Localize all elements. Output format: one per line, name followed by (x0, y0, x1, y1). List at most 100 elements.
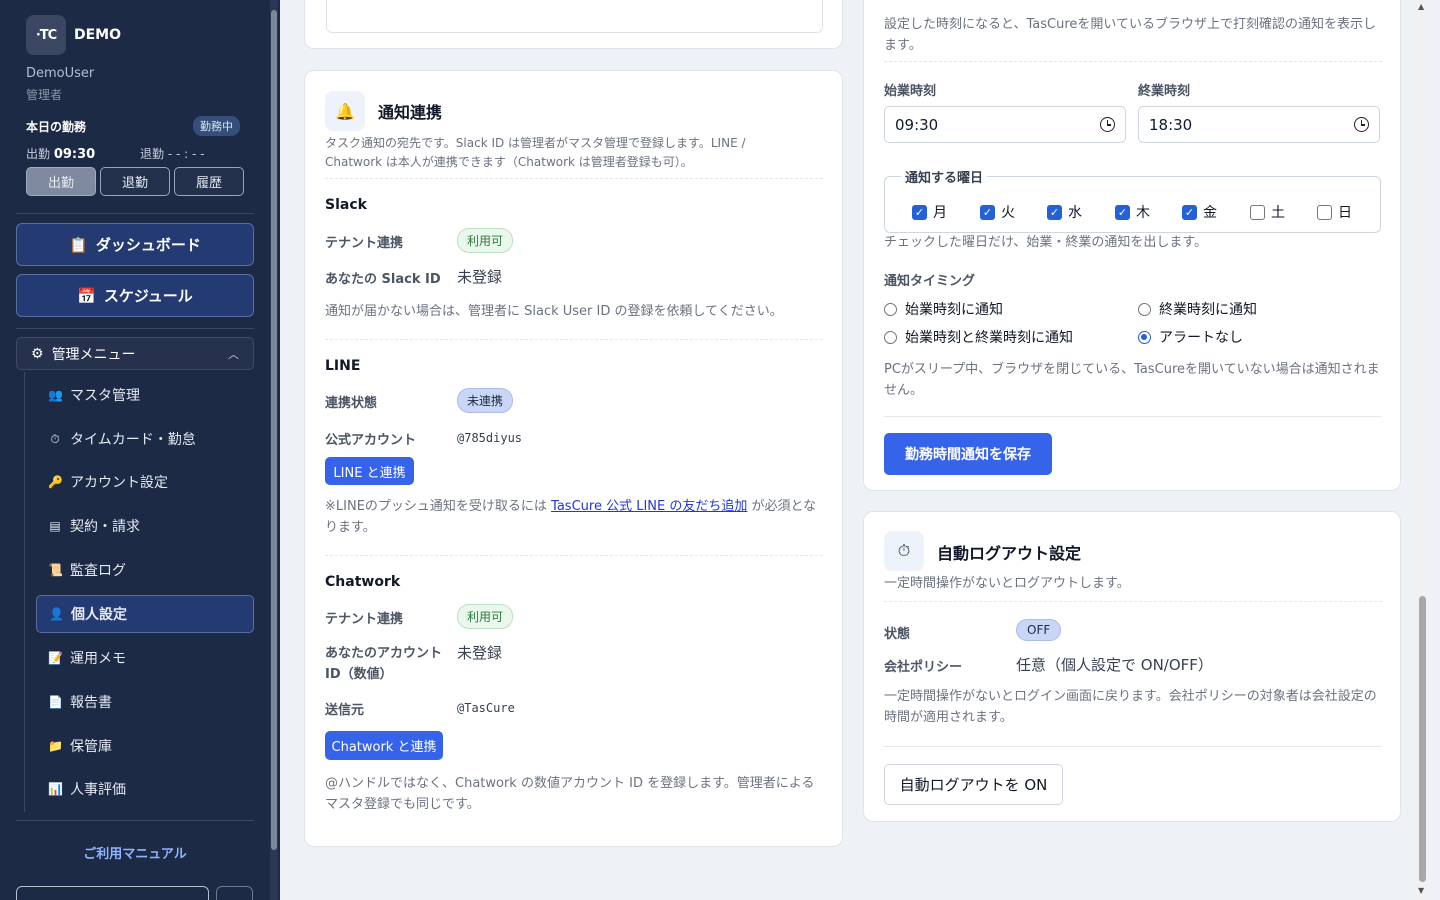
radio-icon[interactable] (884, 302, 897, 316)
weekday-label: 火 (1001, 205, 1015, 221)
sidebar-bottom-icon-button[interactable] (216, 886, 253, 900)
stopwatch-icon: ⏱ (884, 531, 924, 571)
chatwork-tenant-label: テナント連携 (325, 612, 404, 627)
sidebar-divider (16, 820, 254, 821)
line-heading: LINE (325, 358, 361, 374)
sidebar-item-ops-memo[interactable]: 📝 運用メモ (36, 639, 254, 677)
sidebar-item-master[interactable]: 👥 マスタ管理 (36, 376, 254, 414)
auto-logout-card: ⏱ 自動ログアウト設定 一定時間操作がないとログアウトします。 状態 OFF 会… (863, 511, 1401, 822)
scroll-down-arrow[interactable]: ▼ (1418, 886, 1424, 895)
radio-icon[interactable] (1138, 302, 1151, 316)
clock-out-label: 退勤 (140, 147, 165, 161)
sidebar-item-label: マスタ管理 (70, 388, 140, 404)
sidebar-scrollbar[interactable] (270, 0, 278, 900)
save-worktime-button[interactable]: 勤務時間通知を保存 (884, 433, 1052, 475)
timing-option-label: アラートなし (1159, 330, 1243, 346)
weekday-label: 日 (1338, 205, 1352, 221)
sidebar-divider (16, 328, 254, 329)
chatwork-connect-button[interactable]: Chatwork と連携 (325, 731, 443, 760)
sidebar-item-label: 運用メモ (70, 651, 126, 667)
start-time-value: 09:30 (895, 115, 939, 134)
sidebar-item-label: 契約・請求 (70, 519, 140, 535)
logo: ·TC (26, 15, 66, 55)
weekday-checkbox-sun[interactable]: 日 (1317, 202, 1352, 222)
radio-selected-icon[interactable] (1138, 330, 1151, 344)
dashboard-button[interactable]: 📋 ダッシュボード (16, 223, 254, 266)
checkbox-checked-icon[interactable]: ✓ (980, 204, 995, 220)
clock-icon[interactable] (1100, 117, 1115, 132)
sidebar-item-label: 人事評価 (70, 782, 126, 798)
sidebar-item-timecard[interactable]: ⏱ タイムカード・勤怠 (36, 420, 254, 458)
sidebar-bottom-button[interactable] (16, 886, 209, 900)
clock-in-button[interactable]: 出勤 (26, 167, 96, 196)
brand[interactable]: ·TC DEMO (26, 15, 121, 55)
timing-radio-both[interactable]: 始業時刻と終業時刻に通知 (884, 327, 1073, 347)
folder-icon: 📁 (48, 739, 63, 753)
slack-id-label: あなたの Slack ID (325, 272, 441, 287)
sidebar-item-vault[interactable]: 📁 保管庫 (36, 727, 254, 765)
weekday-checkbox-sat[interactable]: 土 (1250, 202, 1285, 222)
page-scrollbar-thumb[interactable] (1419, 596, 1426, 882)
line-connect-button[interactable]: LINE と連携 (325, 457, 414, 485)
sidebar-item-report[interactable]: 📄 報告書 (36, 683, 254, 721)
weekday-checkbox-wed[interactable]: ✓ 水 (1047, 202, 1082, 222)
company-policy-value: 任意（個人設定で ON/OFF） (1016, 656, 1213, 674)
calendar-icon: 📅 (77, 286, 96, 305)
notification-integration-card: 🔔 通知連携 タスク通知の宛先です。Slack ID は管理者がマスタ管理で登録… (304, 70, 843, 847)
page-scrollbar[interactable]: ▲ ▼ (1416, 0, 1428, 900)
weekday-checkbox-thu[interactable]: ✓ 木 (1115, 202, 1150, 222)
history-button[interactable]: 履歴 (174, 167, 244, 196)
sidebar-item-contract[interactable]: ▤ 契約・請求 (36, 507, 254, 545)
sidebar-item-account[interactable]: 🔑 アカウント設定 (36, 463, 254, 501)
enable-autologout-button[interactable]: 自動ログアウトを ON (884, 764, 1063, 805)
radio-icon[interactable] (884, 330, 897, 344)
clock-out-button[interactable]: 退勤 (100, 167, 170, 196)
scroll-icon: 📜 (48, 563, 63, 577)
attendance-title: 本日の勤務 (26, 120, 87, 134)
memo-icon: 📝 (48, 651, 63, 665)
checkbox-checked-icon[interactable]: ✓ (912, 204, 927, 220)
timing-label: 通知タイミング (884, 274, 976, 289)
brand-name: DEMO (74, 27, 122, 43)
checkbox-checked-icon[interactable]: ✓ (1047, 204, 1062, 220)
clock-in-time: 09:30 (53, 147, 96, 162)
sidebar-item-personal-settings[interactable]: 👤 個人設定 (36, 595, 254, 633)
checkbox-checked-icon[interactable]: ✓ (1182, 204, 1197, 220)
clipboard-icon: 📋 (69, 235, 88, 254)
start-time-input[interactable]: 09:30 (884, 106, 1126, 143)
autologout-note: 一定時間操作がないとログイン画面に戻ります。会社ポリシーの対象者は会社設定の時間… (884, 689, 1377, 725)
end-time-value: 18:30 (1149, 115, 1193, 134)
person-icon: 👤 (49, 607, 64, 621)
card-title: 自動ログアウト設定 (937, 544, 1082, 563)
clock-out-readout: 退勤 - - : - - (140, 145, 204, 162)
autologout-status-badge: OFF (1016, 619, 1062, 641)
timing-radio-none[interactable]: アラートなし (1138, 327, 1243, 347)
timing-radio-end[interactable]: 終業時刻に通知 (1138, 299, 1257, 319)
checkbox-empty-icon[interactable] (1317, 204, 1332, 220)
scroll-up-arrow[interactable]: ▲ (1418, 2, 1424, 11)
clock-icon[interactable] (1354, 117, 1369, 132)
timing-radio-start[interactable]: 始業時刻に通知 (884, 299, 1003, 319)
weekday-checkbox-fri[interactable]: ✓ 金 (1182, 202, 1217, 222)
menu-tree-line (24, 372, 25, 812)
line-status-badge: 未連携 (457, 388, 514, 413)
clock-in-readout: 出勤 09:30 (26, 145, 95, 162)
sidebar-item-evaluation[interactable]: 📊 人事評価 (36, 770, 254, 808)
previous-card (304, 0, 843, 49)
sidebar-scrollbar-thumb[interactable] (271, 10, 277, 850)
admin-menu-toggle[interactable]: ⚙ 管理メニュー ︿ (16, 337, 254, 370)
weekday-checkbox-tue[interactable]: ✓ 火 (980, 202, 1015, 222)
end-time-input[interactable]: 18:30 (1138, 106, 1380, 143)
manual-link[interactable]: ご利用マニュアル (0, 843, 270, 862)
stopwatch-icon: ⏱ (50, 431, 60, 446)
checkbox-checked-icon[interactable]: ✓ (1115, 204, 1130, 220)
weekday-checkbox-mon[interactable]: ✓ 月 (912, 202, 947, 222)
weekday-label: 土 (1271, 205, 1285, 221)
sidebar-item-audit-log[interactable]: 📜 監査ログ (36, 551, 254, 589)
divider (325, 178, 823, 179)
card-description: タスク通知の宛先です。Slack ID は管理者がマスタ管理で登録します。LIN… (325, 136, 746, 170)
line-friend-link[interactable]: TasCure 公式 LINE の友だち追加 (551, 499, 747, 514)
checkbox-empty-icon[interactable] (1250, 204, 1265, 220)
divider (884, 61, 1382, 62)
schedule-button[interactable]: 📅 スケジュール (16, 274, 254, 317)
